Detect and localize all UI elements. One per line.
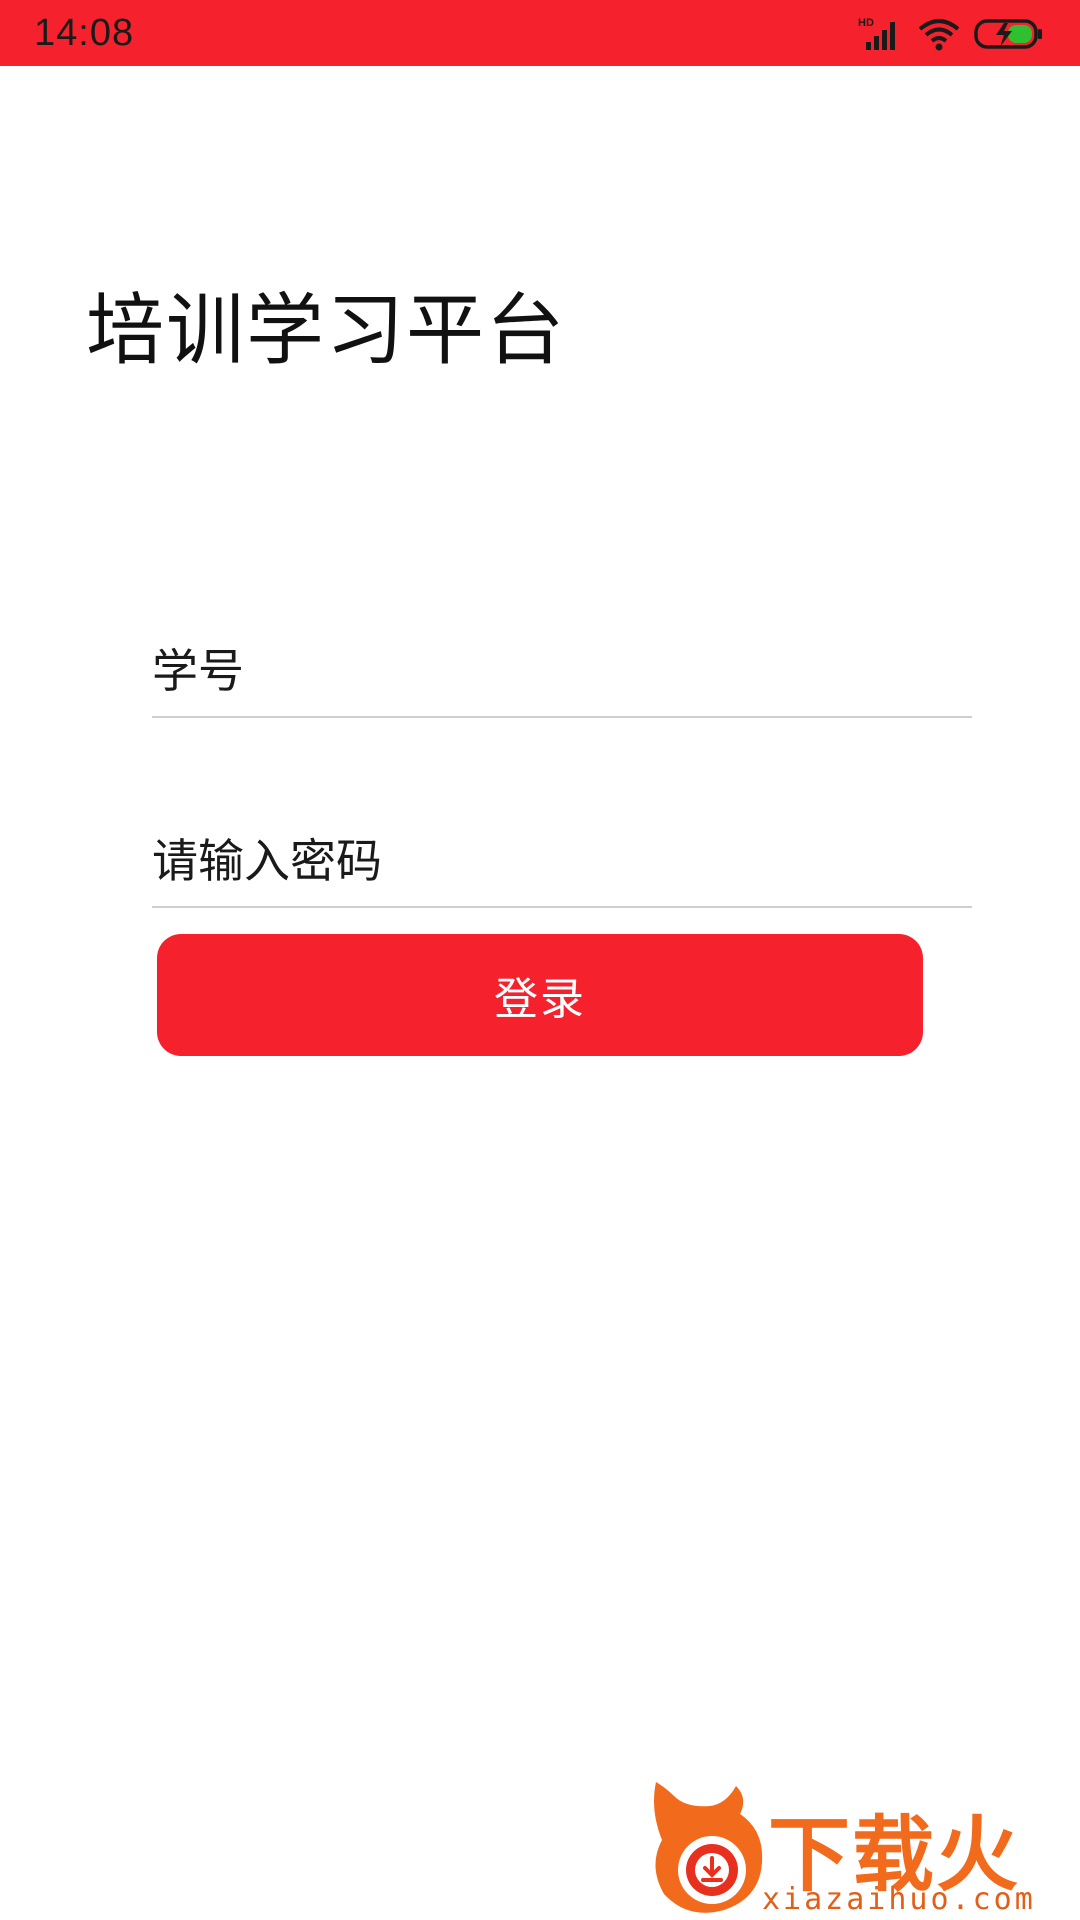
page-title: 培训学习平台: [86, 286, 567, 376]
hd-signal-icon: HD: [858, 16, 904, 52]
status-bar: 14:08 HD: [0, 0, 1080, 66]
student-id-input[interactable]: [152, 644, 972, 698]
login-screen: 14:08 HD 培训学习平台 学号 登录 下载火 xiazaihuo.com: [0, 0, 1080, 1920]
student-id-field[interactable]: [152, 606, 972, 718]
wifi-icon: [918, 17, 960, 51]
flame-download-icon: [654, 1782, 763, 1913]
watermark-domain: xiazaihuo.com: [762, 1882, 1036, 1917]
password-input[interactable]: [152, 834, 972, 888]
svg-text:HD: HD: [858, 17, 874, 29]
watermark-logo: 下载火 xiazaihuo.com: [640, 1770, 1080, 1920]
battery-charging-icon: [974, 17, 1044, 51]
password-field[interactable]: [152, 796, 972, 908]
status-time: 14:08: [34, 12, 135, 54]
status-icons: HD: [858, 12, 1044, 56]
login-button[interactable]: 登录: [157, 934, 923, 1056]
